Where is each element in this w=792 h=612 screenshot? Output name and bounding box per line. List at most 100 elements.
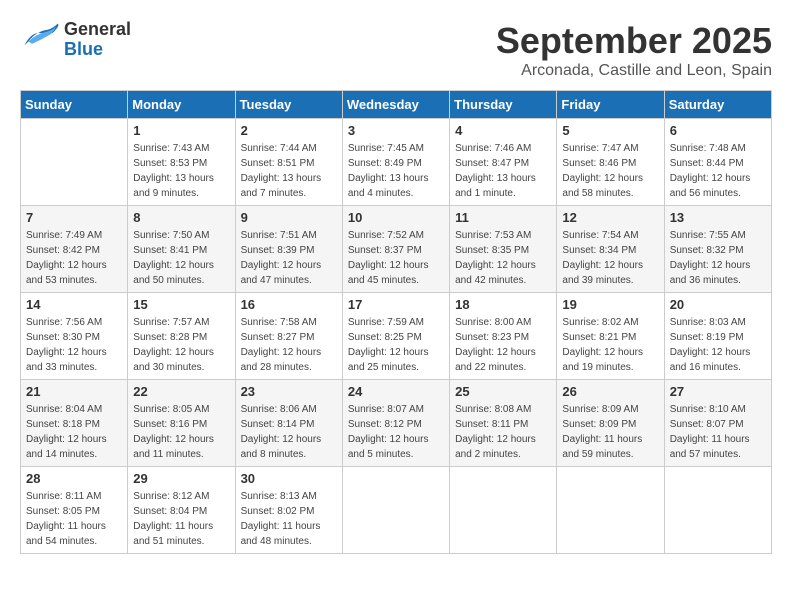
day-number: 22 xyxy=(133,384,229,399)
day-number: 11 xyxy=(455,210,551,225)
calendar-cell xyxy=(557,467,664,554)
calendar-cell: 15 Sunrise: 7:57 AMSunset: 8:28 PMDayligh… xyxy=(128,293,235,380)
calendar-cell: 30 Sunrise: 8:13 AMSunset: 8:02 PMDayligh… xyxy=(235,467,342,554)
logo-blue-text: Blue xyxy=(64,40,131,60)
day-info: Sunrise: 7:54 AMSunset: 8:34 PMDaylight:… xyxy=(562,228,658,288)
calendar-cell: 5Sunrise: 7:47 AMSunset: 8:46 PMDaylight… xyxy=(557,119,664,206)
day-number: 10 xyxy=(348,210,444,225)
day-info: Sunrise: 8:07 AMSunset: 8:12 PMDaylight:… xyxy=(348,402,444,462)
calendar-week-row: 7Sunrise: 7:49 AMSunset: 8:42 PMDaylight… xyxy=(21,206,772,293)
weekday-header-saturday: Saturday xyxy=(664,91,771,119)
location-title: Arconada, Castille and Leon, Spain xyxy=(496,62,772,80)
day-info: Sunrise: 7:58 AMSunset: 8:27 PMDaylight:… xyxy=(241,315,337,375)
day-info: Sunrise: 8:10 AMSunset: 8:07 PMDaylight:… xyxy=(670,402,766,462)
day-number: 25 xyxy=(455,384,551,399)
day-info: Sunrise: 8:12 AMSunset: 8:04 PMDaylight:… xyxy=(133,489,229,549)
calendar-cell: 14Sunrise: 7:56 AMSunset: 8:30 PMDayligh… xyxy=(21,293,128,380)
day-number: 4 xyxy=(455,123,551,138)
calendar-cell: 24 Sunrise: 8:07 AMSunset: 8:12 PMDayligh… xyxy=(342,380,449,467)
calendar-cell: 2 Sunrise: 7:44 AMSunset: 8:51 PMDaylight… xyxy=(235,119,342,206)
calendar-cell xyxy=(664,467,771,554)
logo: General Blue xyxy=(20,20,131,60)
calendar-cell: 28 Sunrise: 8:11 AMSunset: 8:05 PMDayligh… xyxy=(21,467,128,554)
day-info: Sunrise: 8:06 AMSunset: 8:14 PMDaylight:… xyxy=(241,402,337,462)
calendar-cell: 29 Sunrise: 8:12 AMSunset: 8:04 PMDayligh… xyxy=(128,467,235,554)
day-number: 21 xyxy=(26,384,122,399)
day-number: 26 xyxy=(562,384,658,399)
day-info: Sunrise: 7:57 AMSunset: 8:28 PMDaylight:… xyxy=(133,315,229,375)
day-info: Sunrise: 8:05 AMSunset: 8:16 PMDaylight:… xyxy=(133,402,229,462)
day-info: Sunrise: 8:00 AMSunset: 8:23 PMDaylight:… xyxy=(455,315,551,375)
day-number: 13 xyxy=(670,210,766,225)
calendar-cell: 17 Sunrise: 7:59 AMSunset: 8:25 PMDayligh… xyxy=(342,293,449,380)
day-number: 29 xyxy=(133,471,229,486)
day-number: 3 xyxy=(348,123,444,138)
calendar-cell: 8Sunrise: 7:50 AMSunset: 8:41 PMDaylight… xyxy=(128,206,235,293)
day-info: Sunrise: 7:59 AMSunset: 8:25 PMDaylight:… xyxy=(348,315,444,375)
day-number: 18 xyxy=(455,297,551,312)
page-header: General Blue September 2025 Arconada, Ca… xyxy=(20,20,772,80)
day-number: 17 xyxy=(348,297,444,312)
weekday-header-thursday: Thursday xyxy=(450,91,557,119)
calendar-cell xyxy=(342,467,449,554)
day-number: 15 xyxy=(133,297,229,312)
calendar-cell: 7Sunrise: 7:49 AMSunset: 8:42 PMDaylight… xyxy=(21,206,128,293)
day-number: 14 xyxy=(26,297,122,312)
calendar-cell: 27Sunrise: 8:10 AMSunset: 8:07 PMDayligh… xyxy=(664,380,771,467)
day-info: Sunrise: 7:52 AMSunset: 8:37 PMDaylight:… xyxy=(348,228,444,288)
day-number: 1 xyxy=(133,123,229,138)
day-info: Sunrise: 8:09 AMSunset: 8:09 PMDaylight:… xyxy=(562,402,658,462)
calendar-week-row: 1 Sunrise: 7:43 AMSunset: 8:53 PMDaylight… xyxy=(21,119,772,206)
weekday-header-monday: Monday xyxy=(128,91,235,119)
day-info: Sunrise: 7:48 AMSunset: 8:44 PMDaylight:… xyxy=(670,141,766,201)
calendar-cell: 4 Sunrise: 7:46 AMSunset: 8:47 PMDaylight… xyxy=(450,119,557,206)
day-number: 2 xyxy=(241,123,337,138)
day-number: 28 xyxy=(26,471,122,486)
calendar-table: SundayMondayTuesdayWednesdayThursdayFrid… xyxy=(20,90,772,554)
calendar-cell: 26 Sunrise: 8:09 AMSunset: 8:09 PMDayligh… xyxy=(557,380,664,467)
day-info: Sunrise: 7:55 AMSunset: 8:32 PMDaylight:… xyxy=(670,228,766,288)
day-info: Sunrise: 8:13 AMSunset: 8:02 PMDaylight:… xyxy=(241,489,337,549)
calendar-week-row: 21 Sunrise: 8:04 AMSunset: 8:18 PMDayligh… xyxy=(21,380,772,467)
logo-text: General Blue xyxy=(64,20,131,60)
day-info: Sunrise: 7:43 AMSunset: 8:53 PMDaylight:… xyxy=(133,141,229,201)
day-info: Sunrise: 8:11 AMSunset: 8:05 PMDaylight:… xyxy=(26,489,122,549)
calendar-cell: 10 Sunrise: 7:52 AMSunset: 8:37 PMDayligh… xyxy=(342,206,449,293)
day-number: 23 xyxy=(241,384,337,399)
calendar-cell: 13 Sunrise: 7:55 AMSunset: 8:32 PMDayligh… xyxy=(664,206,771,293)
calendar-cell: 1 Sunrise: 7:43 AMSunset: 8:53 PMDaylight… xyxy=(128,119,235,206)
calendar-week-row: 14Sunrise: 7:56 AMSunset: 8:30 PMDayligh… xyxy=(21,293,772,380)
day-info: Sunrise: 7:51 AMSunset: 8:39 PMDaylight:… xyxy=(241,228,337,288)
day-number: 9 xyxy=(241,210,337,225)
day-info: Sunrise: 7:44 AMSunset: 8:51 PMDaylight:… xyxy=(241,141,337,201)
day-number: 16 xyxy=(241,297,337,312)
calendar-cell: 16 Sunrise: 7:58 AMSunset: 8:27 PMDayligh… xyxy=(235,293,342,380)
calendar-cell: 19 Sunrise: 8:02 AMSunset: 8:21 PMDayligh… xyxy=(557,293,664,380)
day-number: 19 xyxy=(562,297,658,312)
day-number: 30 xyxy=(241,471,337,486)
calendar-cell: 9 Sunrise: 7:51 AMSunset: 8:39 PMDaylight… xyxy=(235,206,342,293)
month-title: September 2025 xyxy=(496,20,772,62)
day-number: 8 xyxy=(133,210,229,225)
day-number: 6 xyxy=(670,123,766,138)
calendar-cell: 12 Sunrise: 7:54 AMSunset: 8:34 PMDayligh… xyxy=(557,206,664,293)
logo-bird-icon xyxy=(20,22,60,57)
calendar-cell: 25Sunrise: 8:08 AMSunset: 8:11 PMDayligh… xyxy=(450,380,557,467)
day-info: Sunrise: 7:49 AMSunset: 8:42 PMDaylight:… xyxy=(26,228,122,288)
calendar-cell: 22 Sunrise: 8:05 AMSunset: 8:16 PMDayligh… xyxy=(128,380,235,467)
calendar-cell: 20Sunrise: 8:03 AMSunset: 8:19 PMDayligh… xyxy=(664,293,771,380)
day-info: Sunrise: 7:45 AMSunset: 8:49 PMDaylight:… xyxy=(348,141,444,201)
day-number: 24 xyxy=(348,384,444,399)
calendar-cell: 3 Sunrise: 7:45 AMSunset: 8:49 PMDaylight… xyxy=(342,119,449,206)
calendar-cell: 21 Sunrise: 8:04 AMSunset: 8:18 PMDayligh… xyxy=(21,380,128,467)
day-info: Sunrise: 8:04 AMSunset: 8:18 PMDaylight:… xyxy=(26,402,122,462)
day-number: 12 xyxy=(562,210,658,225)
calendar-cell xyxy=(21,119,128,206)
calendar-cell: 23 Sunrise: 8:06 AMSunset: 8:14 PMDayligh… xyxy=(235,380,342,467)
weekday-header-row: SundayMondayTuesdayWednesdayThursdayFrid… xyxy=(21,91,772,119)
weekday-header-friday: Friday xyxy=(557,91,664,119)
calendar-cell: 6 Sunrise: 7:48 AMSunset: 8:44 PMDaylight… xyxy=(664,119,771,206)
day-info: Sunrise: 8:02 AMSunset: 8:21 PMDaylight:… xyxy=(562,315,658,375)
calendar-cell: 18 Sunrise: 8:00 AMSunset: 8:23 PMDayligh… xyxy=(450,293,557,380)
day-info: Sunrise: 7:46 AMSunset: 8:47 PMDaylight:… xyxy=(455,141,551,201)
